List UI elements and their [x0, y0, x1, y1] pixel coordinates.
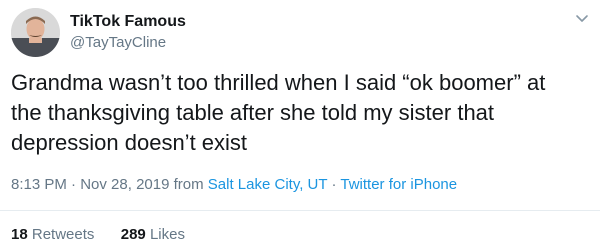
author-handle[interactable]: @TayTayCline: [70, 33, 166, 52]
tweet-time[interactable]: 8:13 PM: [11, 176, 67, 193]
tweet-text: Grandma wasn’t too thrilled when I said …: [11, 70, 546, 155]
tweet-date[interactable]: Nov 28, 2019: [80, 176, 169, 193]
likes-stat[interactable]: 289 Likes: [121, 226, 185, 243]
retweets-stat[interactable]: 18 Retweets: [11, 226, 99, 243]
tweet-location[interactable]: Salt Lake City, UT: [208, 176, 328, 193]
author-display-name[interactable]: TikTok Famous: [70, 12, 186, 32]
meta-separator: ·: [331, 176, 337, 193]
tweet-card: TikTok Famous @TayTayCline Grandma wasn’…: [0, 0, 600, 250]
avatar[interactable]: [11, 8, 60, 57]
tweet-meta: 8:13 PM · Nov 28, 2019 from Salt Lake Ci…: [11, 176, 457, 194]
chevron-down-icon[interactable]: [574, 10, 590, 26]
likes-count: 289: [120, 226, 146, 243]
likes-label: Likes: [149, 226, 185, 243]
divider: [0, 210, 600, 211]
meta-separator: ·: [71, 176, 77, 193]
from-label: from: [173, 176, 204, 193]
avatar-photo: [11, 8, 60, 57]
tweet-stats: 18 Retweets 289 Likes: [11, 226, 185, 244]
retweets-label: Retweets: [31, 226, 95, 243]
retweets-count: 18: [11, 226, 28, 243]
tweet-source[interactable]: Twitter for iPhone: [340, 176, 457, 193]
